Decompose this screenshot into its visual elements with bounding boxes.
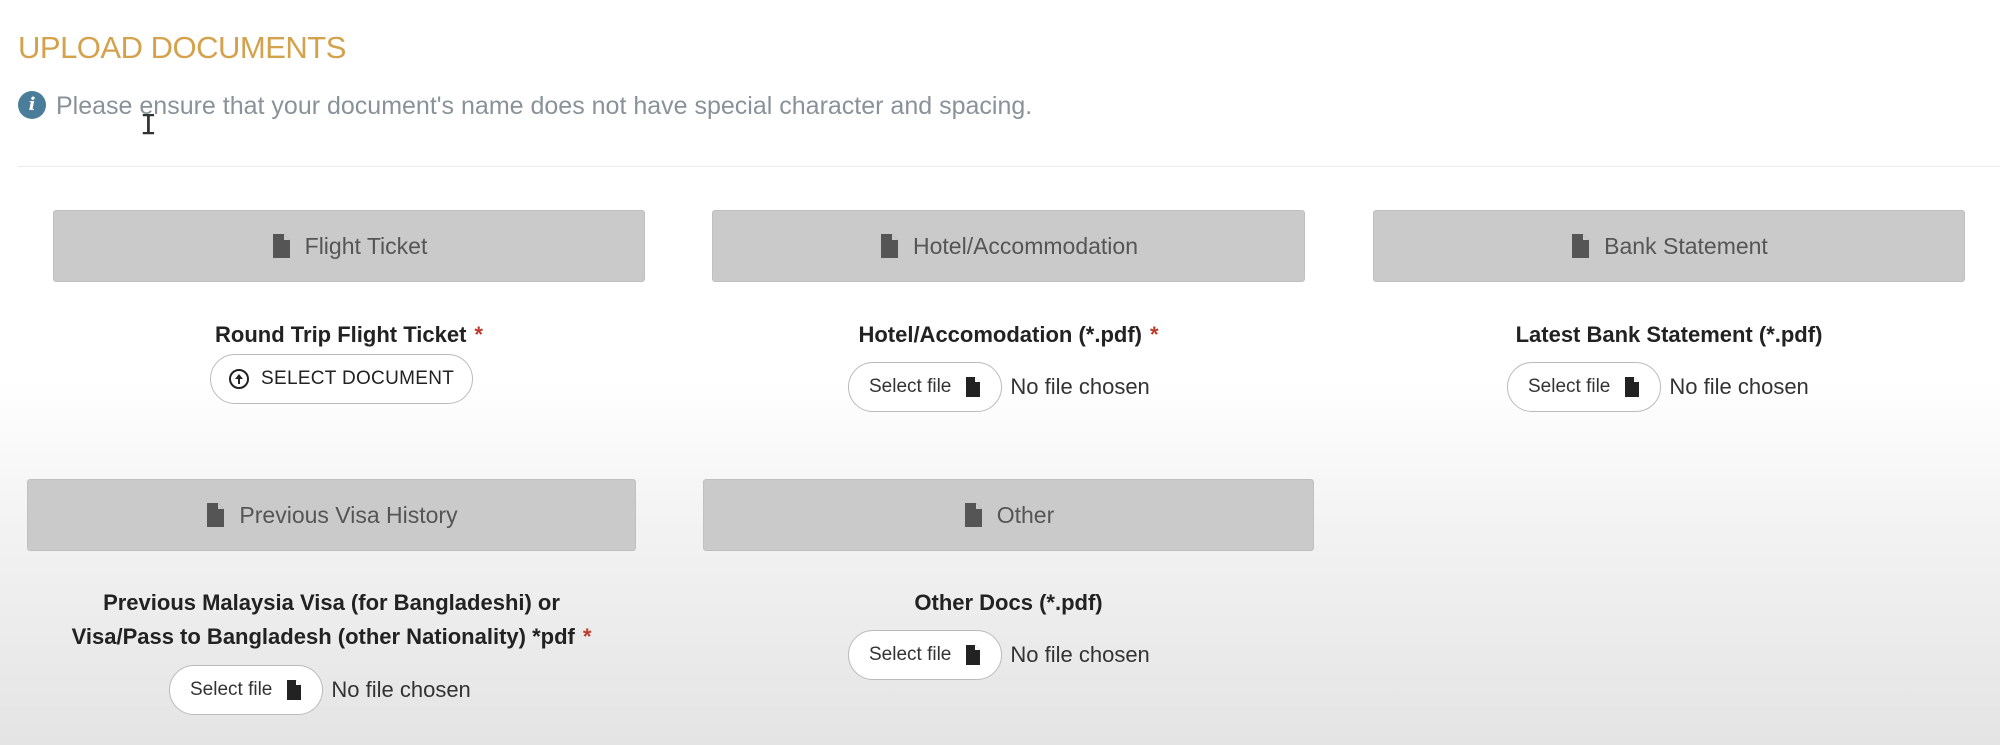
category-header-label: Flight Ticket — [304, 232, 428, 259]
category-header-label: Hotel/Accommodation — [913, 232, 1138, 259]
select-file-label: Select file — [1528, 376, 1611, 397]
file-icon — [1572, 234, 1590, 258]
field-label-other: Other Docs (*.pdf) — [914, 590, 1103, 615]
file-icon — [881, 234, 898, 258]
select-file-button[interactable]: Select file — [169, 665, 324, 715]
select-file-button[interactable]: Select file — [1507, 362, 1662, 412]
file-input-previous-visa[interactable]: Select file No file chosen — [169, 665, 471, 715]
file-status: No file chosen — [1010, 642, 1150, 667]
select-file-label: Select file — [190, 679, 273, 700]
required-marker: * — [582, 624, 592, 649]
field-label-previous-visa: Previous Malaysia Visa (for Bangladeshi)… — [71, 590, 592, 649]
category-header-label: Other — [996, 501, 1055, 528]
notice-text: Please ensure that your document's name … — [56, 92, 1033, 120]
file-input-hotel[interactable]: Select file No file chosen — [848, 362, 1150, 412]
select-file-label: Select file — [869, 376, 952, 397]
select-document-button[interactable]: SELECT DOCUMENT — [210, 354, 474, 404]
text-cursor-icon: I — [140, 108, 157, 141]
select-file-label: Select file — [869, 644, 952, 665]
file-icon — [964, 503, 982, 527]
file-icon — [966, 377, 981, 397]
category-header-label: Bank Statement — [1604, 232, 1768, 259]
category-header-flight-ticket[interactable]: Flight Ticket — [53, 210, 645, 282]
divider — [18, 166, 2000, 167]
info-icon: i — [18, 90, 46, 119]
file-icon — [966, 645, 981, 665]
file-status: No file chosen — [1669, 374, 1809, 399]
file-input-other[interactable]: Select file No file chosen — [848, 630, 1150, 680]
field-label-bank: Latest Bank Statement (*.pdf) — [1515, 322, 1823, 347]
file-icon — [207, 503, 225, 527]
category-header-label: Previous Visa History — [239, 501, 458, 528]
upload-circle-icon — [229, 369, 249, 389]
file-status: No file chosen — [331, 677, 471, 702]
select-file-button[interactable]: Select file — [848, 630, 1003, 680]
file-icon — [272, 234, 290, 258]
select-document-label: SELECT DOCUMENT — [261, 368, 455, 389]
file-icon — [287, 680, 302, 700]
field-label-flight: Round Trip Flight Ticket * — [215, 322, 483, 347]
category-header-previous-visa[interactable]: Previous Visa History — [27, 479, 636, 551]
file-icon — [1625, 377, 1640, 397]
file-input-bank[interactable]: Select file No file chosen — [1507, 362, 1809, 412]
section-title: UPLOAD DOCUMENTS — [18, 30, 346, 65]
notice: i Please ensure that your document's nam… — [18, 90, 1033, 121]
required-marker: * — [1149, 322, 1159, 347]
field-label-hotel: Hotel/Accomodation (*.pdf) * — [858, 322, 1159, 347]
file-status: No file chosen — [1010, 374, 1150, 399]
category-header-hotel[interactable]: Hotel/Accommodation — [712, 210, 1305, 282]
select-file-button[interactable]: Select file — [848, 362, 1003, 412]
required-marker: * — [474, 322, 483, 347]
category-header-bank-statement[interactable]: Bank Statement — [1373, 210, 1965, 282]
category-header-other[interactable]: Other — [703, 479, 1314, 551]
